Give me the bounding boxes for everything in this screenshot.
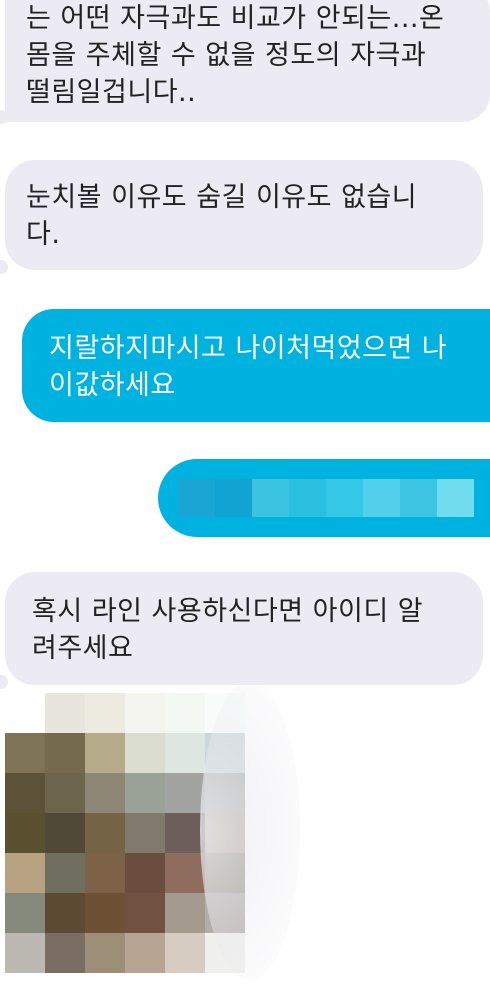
redaction-pixel <box>289 479 326 517</box>
photo-pixel <box>205 933 245 973</box>
photo-pixel <box>125 853 165 893</box>
photo-pixel <box>165 773 205 813</box>
photo-pixel <box>205 853 245 893</box>
redaction-pixel <box>363 479 400 517</box>
photo-pixel <box>5 733 45 773</box>
photo-pixel <box>205 813 245 853</box>
photo-pixel <box>205 693 245 733</box>
redaction-pixel <box>252 479 289 517</box>
photo-pixel <box>45 693 85 733</box>
photo-pixel <box>45 773 85 813</box>
photo-pixel <box>85 933 125 973</box>
redaction-pixel <box>437 479 474 517</box>
photo-pixel <box>85 773 125 813</box>
photo-pixel <box>85 813 125 853</box>
blurred-photo[interactable] <box>5 693 245 973</box>
photo-pixel <box>205 733 245 773</box>
photo-pixel <box>45 813 85 853</box>
bubble-tail <box>0 260 8 274</box>
photo-pixel <box>85 853 125 893</box>
photo-pixel <box>165 893 205 933</box>
photo-pixel <box>165 853 205 893</box>
photo-pixel <box>45 853 85 893</box>
incoming-message[interactable]: 눈치볼 이유도 숨길 이유도 없습니 다. <box>5 160 483 270</box>
photo-pixel <box>85 893 125 933</box>
redaction-pixel <box>400 479 437 517</box>
photo-pixel <box>45 933 85 973</box>
photo-pixel <box>5 893 45 933</box>
photo-pixel <box>5 773 45 813</box>
photo-pixel <box>125 933 165 973</box>
redacted-outgoing-message[interactable] <box>158 459 490 537</box>
outgoing-message[interactable]: 지랄하지마시고 나이처먹었으면 나 이값하세요 <box>22 309 490 422</box>
redaction-mosaic <box>178 479 474 517</box>
photo-pixel <box>125 893 165 933</box>
incoming-message[interactable]: 는 어떤 자극과도 비교가 안되는...온 몸을 주체할 수 없을 정도의 자극… <box>5 0 490 122</box>
photo-pixel <box>5 813 45 853</box>
photo-pixel <box>5 853 45 893</box>
photo-pixel <box>5 933 45 973</box>
photo-pixel <box>85 693 125 733</box>
photo-pixel <box>205 893 245 933</box>
redaction-pixel <box>178 479 215 517</box>
photo-pixel <box>125 733 165 773</box>
redaction-pixel <box>215 479 252 517</box>
photo-pixel <box>85 733 125 773</box>
photo-pixel <box>125 773 165 813</box>
photo-pixel <box>165 733 205 773</box>
photo-pixel <box>5 693 45 733</box>
photo-pixel <box>165 693 205 733</box>
redaction-pixel <box>326 479 363 517</box>
photo-pixel <box>125 693 165 733</box>
photo-pixel <box>45 893 85 933</box>
photo-pixel <box>125 813 165 853</box>
photo-pixel <box>45 733 85 773</box>
photo-pixel <box>165 813 205 853</box>
photo-pixel <box>205 773 245 813</box>
bubble-tail <box>0 675 8 689</box>
incoming-message[interactable]: 혹시 라인 사용하신다면 아이디 알 려주세요 <box>5 572 483 685</box>
photo-pixel <box>165 933 205 973</box>
